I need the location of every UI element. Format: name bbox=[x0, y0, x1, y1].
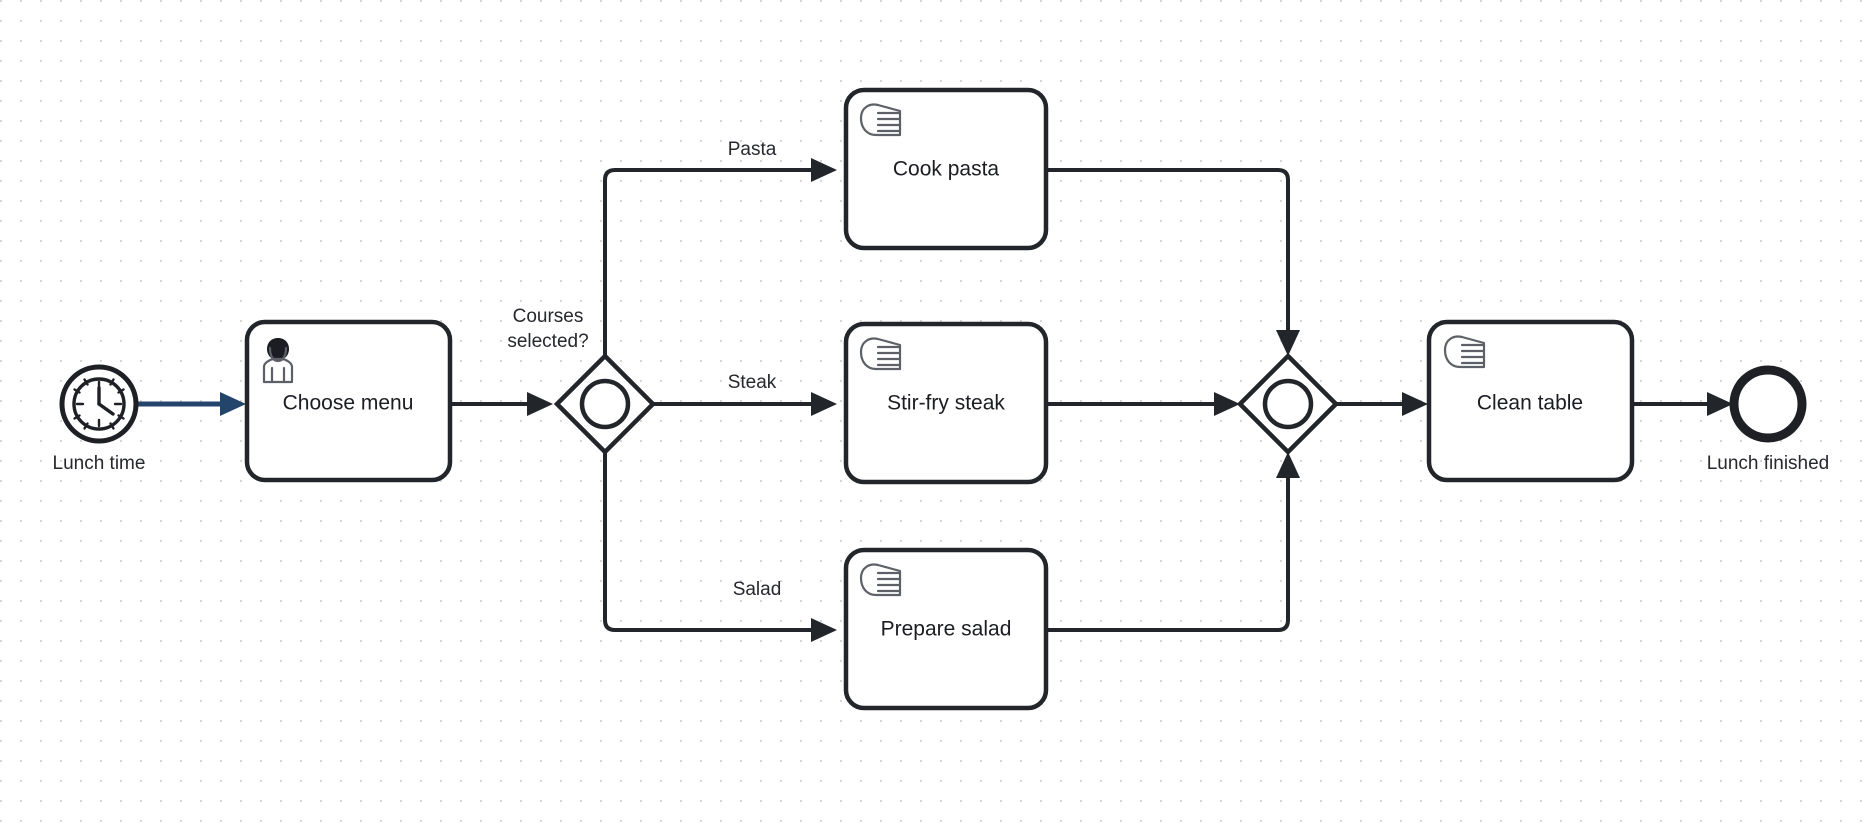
start-event-label: Lunch time bbox=[53, 453, 146, 474]
gateway-label-line2: selected? bbox=[507, 331, 588, 352]
end-event-lunch-finished[interactable] bbox=[1729, 365, 1807, 443]
start-event-lunch-time[interactable] bbox=[59, 364, 139, 444]
bpmn-diagram-canvas: Lunch time Choose menu Courses selected?… bbox=[0, 0, 1876, 840]
task-prepare-salad[interactable]: Prepare salad bbox=[843, 547, 1049, 711]
flow-join-gateway-to-clean-table[interactable] bbox=[1336, 392, 1428, 416]
task-stir-fry-steak[interactable]: Stir-fry steak bbox=[843, 321, 1049, 485]
gateway-courses-selected[interactable] bbox=[553, 352, 657, 456]
flow-gateway-to-cook-pasta[interactable] bbox=[603, 158, 837, 356]
flow-label-steak: Steak bbox=[728, 372, 777, 393]
bpmn-diagram: Lunch time Choose menu Courses selected?… bbox=[53, 87, 1830, 711]
task-label: Stir-fry steak bbox=[887, 392, 1005, 415]
flow-label-salad: Salad bbox=[733, 579, 782, 600]
gateway-join[interactable] bbox=[1236, 352, 1340, 456]
task-clean-table[interactable]: Clean table bbox=[1426, 319, 1635, 483]
task-choose-menu[interactable]: Choose menu bbox=[244, 319, 453, 483]
flow-label-pasta: Pasta bbox=[728, 139, 777, 160]
end-event-label: Lunch finished bbox=[1707, 453, 1830, 474]
gateway-label-line1: Courses bbox=[513, 306, 584, 327]
flow-stir-fry-steak-to-join-gateway[interactable] bbox=[1046, 392, 1240, 416]
task-label: Prepare salad bbox=[881, 618, 1012, 641]
task-label: Cook pasta bbox=[893, 158, 1000, 181]
flow-start-to-choose-menu[interactable] bbox=[136, 392, 246, 416]
task-label: Clean table bbox=[1477, 392, 1583, 415]
flow-gateway-to-prepare-salad[interactable] bbox=[603, 452, 837, 642]
flow-gateway-to-stir-fry-steak[interactable] bbox=[653, 392, 837, 416]
task-cook-pasta[interactable]: Cook pasta bbox=[843, 87, 1049, 251]
flow-cook-pasta-to-join-gateway[interactable] bbox=[1046, 168, 1300, 356]
task-label: Choose menu bbox=[283, 392, 414, 415]
flow-choose-menu-to-gateway[interactable] bbox=[450, 392, 553, 416]
flow-clean-table-to-end[interactable] bbox=[1632, 392, 1733, 416]
flow-prepare-salad-to-join-gateway[interactable] bbox=[1046, 452, 1300, 632]
